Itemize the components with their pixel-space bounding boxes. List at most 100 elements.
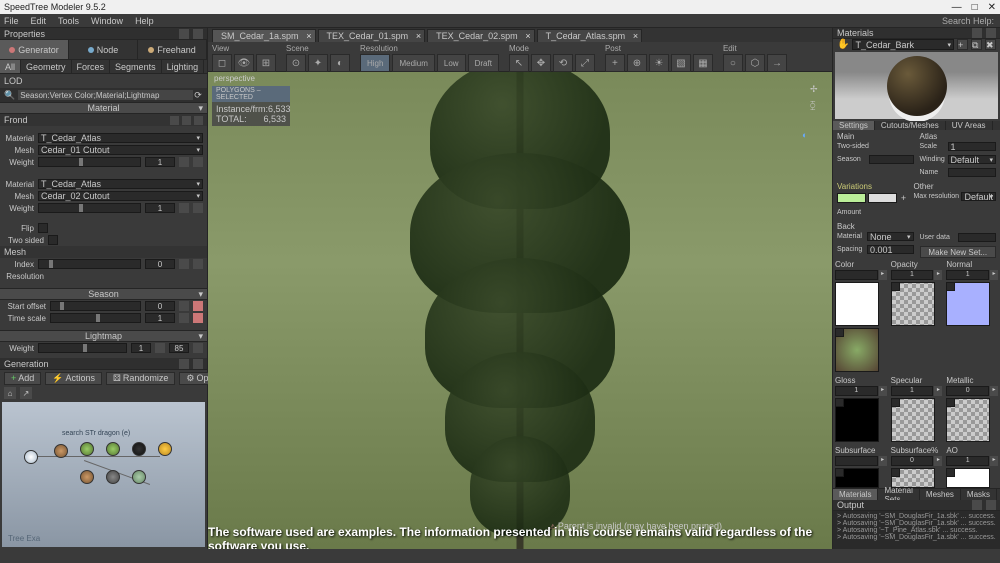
add-swatch[interactable]: + bbox=[899, 193, 907, 203]
bottab-meshes[interactable]: Meshes bbox=[920, 489, 961, 500]
map-color-swatch[interactable] bbox=[835, 282, 879, 326]
map-color-check[interactable] bbox=[835, 328, 844, 337]
map-gloss-thumb[interactable] bbox=[835, 398, 879, 442]
map-gloss-check[interactable] bbox=[835, 398, 844, 407]
actions-button[interactable]: ⚡Actions bbox=[45, 372, 102, 385]
edit-btn-3[interactable]: → bbox=[767, 54, 787, 72]
section-season[interactable]: Season▾ bbox=[0, 288, 207, 300]
so-curve[interactable] bbox=[193, 301, 203, 311]
r-userdata-field[interactable] bbox=[958, 233, 997, 242]
mode-freehand[interactable]: Freehand bbox=[138, 40, 207, 59]
map-specular-check[interactable] bbox=[891, 398, 900, 407]
mat-tab-uvareas[interactable]: UV Areas bbox=[946, 121, 993, 130]
graph-node-branch4[interactable] bbox=[106, 470, 120, 484]
out-close-icon[interactable] bbox=[986, 500, 996, 510]
output-panel[interactable]: > Autosaving '~SM_DouglasFir_1a.sbk' ...… bbox=[833, 511, 1000, 549]
bottab-masks[interactable]: Masks bbox=[961, 489, 997, 500]
edit-btn-2[interactable]: ⬡ bbox=[745, 54, 765, 72]
map-subsurfacepct-check[interactable] bbox=[891, 468, 900, 477]
cat-segments[interactable]: Segments bbox=[110, 60, 162, 73]
r-maxres-field[interactable]: Default▾ bbox=[961, 192, 996, 201]
doc-tab-2[interactable]: TEX_Cedar_02.spm× bbox=[427, 29, 535, 42]
res-high[interactable]: High bbox=[360, 54, 390, 72]
section-lightmap[interactable]: Lightmap▾ bbox=[0, 330, 207, 342]
so-reset[interactable] bbox=[179, 301, 189, 311]
mode-btn-2[interactable]: ✥ bbox=[531, 54, 551, 72]
minimize-button[interactable]: — bbox=[952, 2, 962, 13]
r-backmat-field[interactable]: None▾ bbox=[867, 232, 914, 241]
mat-undock-icon[interactable] bbox=[972, 28, 982, 38]
map-ao-check[interactable] bbox=[946, 468, 955, 477]
r-amount-check[interactable] bbox=[869, 209, 877, 217]
material-preview[interactable] bbox=[835, 52, 998, 119]
light-icon[interactable]: ◐ bbox=[802, 130, 816, 144]
r-winding-field[interactable]: Default▾ bbox=[948, 155, 997, 164]
menu-window[interactable]: Window bbox=[91, 16, 123, 26]
make-new-set-button[interactable]: Make New Set... bbox=[920, 246, 997, 258]
view-btn-3[interactable]: ⊞ bbox=[256, 54, 276, 72]
post-btn-3[interactable]: ☀ bbox=[649, 54, 669, 72]
graph-node-branch3[interactable] bbox=[80, 470, 94, 484]
close-tab-icon[interactable]: × bbox=[416, 31, 421, 41]
graph-node-frond[interactable] bbox=[132, 470, 146, 484]
map-subsurface-thumb[interactable] bbox=[835, 468, 879, 488]
g2-material-field[interactable]: T_Cedar_Atlas▾ bbox=[38, 179, 203, 189]
flip-checkbox[interactable] bbox=[38, 223, 48, 233]
ts-reset[interactable] bbox=[179, 313, 189, 323]
frond-btn3[interactable] bbox=[194, 116, 203, 125]
g2-reset-icon[interactable] bbox=[179, 203, 189, 213]
map-color-thumb[interactable] bbox=[835, 328, 879, 372]
r-name-field[interactable] bbox=[948, 168, 997, 177]
node-graph[interactable]: search STr dragon (e) Tree Exa bbox=[2, 402, 205, 547]
res-draft[interactable]: Draft bbox=[468, 54, 499, 72]
close-tab-icon[interactable]: × bbox=[306, 31, 311, 41]
cat-forces[interactable]: Forces bbox=[72, 60, 111, 73]
lm-weight-extra[interactable]: 85 bbox=[169, 343, 189, 353]
arrow-icon[interactable]: ↗ bbox=[20, 387, 32, 399]
r-spacing-field[interactable]: 0.001 bbox=[867, 245, 914, 254]
mode-btn-4[interactable]: ⤢ bbox=[575, 54, 595, 72]
home-icon[interactable]: ⌂ bbox=[4, 387, 16, 399]
material-dropdown[interactable]: T_Cedar_Bark▾ bbox=[852, 39, 954, 50]
map-subsurfacepct-thumb[interactable] bbox=[891, 468, 935, 488]
g1-reset-icon[interactable] bbox=[179, 157, 189, 167]
out-undock-icon[interactable] bbox=[972, 500, 982, 510]
g2-mesh-field[interactable]: Cedar_02 Cutout▾ bbox=[38, 191, 203, 201]
property-search-input[interactable] bbox=[18, 90, 193, 100]
mode-generator[interactable]: Generator bbox=[0, 40, 69, 59]
menu-tools[interactable]: Tools bbox=[58, 16, 79, 26]
index-slider[interactable] bbox=[38, 259, 141, 269]
fan-icon[interactable]: ✢ bbox=[810, 84, 824, 98]
graph-node-trunk[interactable] bbox=[54, 444, 68, 458]
menu-help[interactable]: Help bbox=[135, 16, 154, 26]
doc-tab-1[interactable]: TEX_Cedar_01.spm× bbox=[318, 29, 426, 42]
menu-file[interactable]: File bbox=[4, 16, 19, 26]
var-swatch-2[interactable] bbox=[868, 193, 897, 203]
index-value[interactable]: 0 bbox=[145, 259, 175, 269]
ts-curve[interactable] bbox=[193, 313, 203, 323]
map-opacity-thumb[interactable] bbox=[891, 282, 935, 326]
section-material[interactable]: Material▾ bbox=[0, 102, 207, 114]
map-opacity-check[interactable] bbox=[891, 282, 900, 291]
graph-node-branch2[interactable] bbox=[106, 442, 120, 456]
start-offset-value[interactable]: 0 bbox=[145, 301, 175, 311]
menu-edit[interactable]: Edit bbox=[31, 16, 47, 26]
g2-weight-slider[interactable] bbox=[38, 203, 141, 213]
map-normal-thumb[interactable] bbox=[946, 282, 990, 326]
g1-weight-value[interactable]: 1 bbox=[145, 157, 175, 167]
cat-all[interactable]: All bbox=[0, 60, 21, 73]
time-scale-value[interactable]: 1 bbox=[145, 313, 175, 323]
doc-tab-0[interactable]: SM_Cedar_1a.spm× bbox=[212, 29, 316, 42]
r-scale-field[interactable]: 1 bbox=[948, 142, 997, 151]
g1-material-field[interactable]: T_Cedar_Atlas▾ bbox=[38, 133, 203, 143]
scene-btn-2[interactable]: ✦ bbox=[308, 54, 328, 72]
res-medium[interactable]: Medium bbox=[392, 54, 434, 72]
post-btn-4[interactable]: ▧ bbox=[671, 54, 691, 72]
undock-icon[interactable] bbox=[179, 29, 189, 39]
res-low[interactable]: Low bbox=[437, 54, 466, 72]
graph-node-branch1[interactable] bbox=[80, 442, 94, 456]
view-btn-1[interactable]: ◻ bbox=[212, 54, 232, 72]
mat-tab-settings[interactable]: Settings bbox=[833, 121, 875, 130]
twosided-checkbox[interactable] bbox=[48, 235, 58, 245]
lm-reset[interactable] bbox=[155, 343, 165, 353]
